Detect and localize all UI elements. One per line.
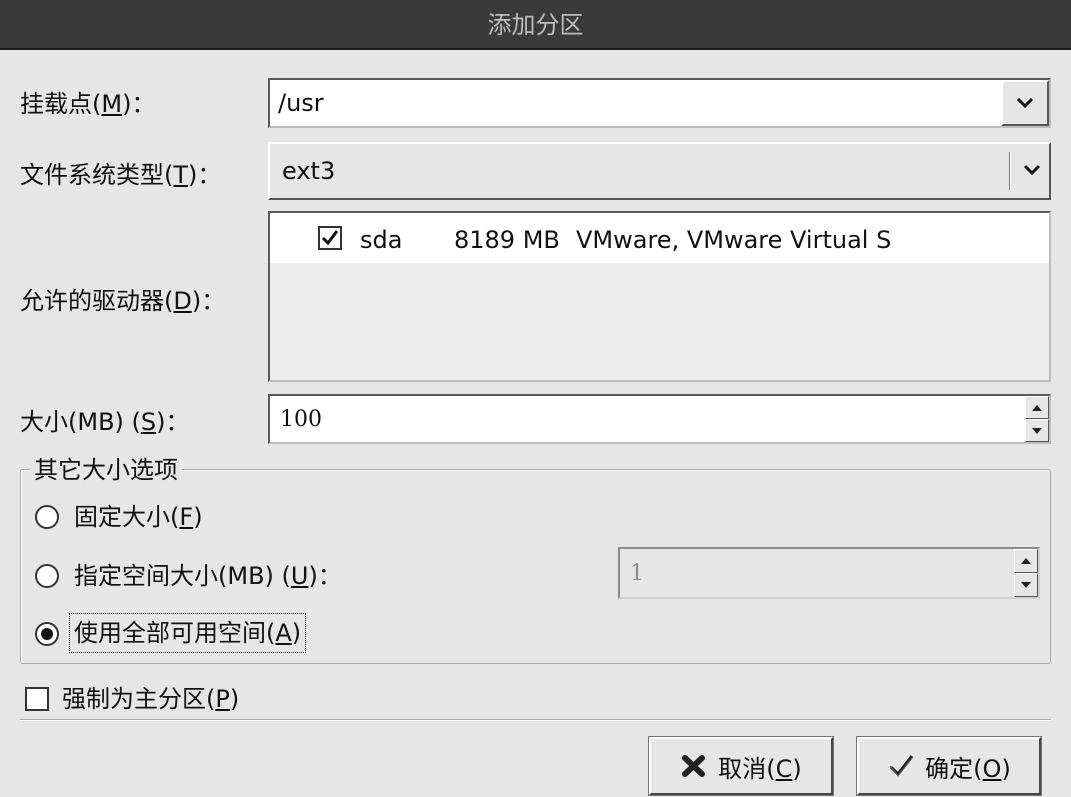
- fill-to-size-increment-button[interactable]: [1014, 549, 1038, 573]
- filesystem-type-value: ext3: [282, 157, 336, 185]
- chevron-down-icon: [1016, 97, 1034, 109]
- filesystem-type-select[interactable]: ext3: [268, 142, 1051, 200]
- mount-point-input[interactable]: /usr: [278, 88, 324, 118]
- ok-button[interactable]: 确定(O): [856, 736, 1042, 796]
- arrow-down-icon: [1021, 582, 1031, 588]
- arrow-up-icon: [1032, 404, 1042, 411]
- size-decrement-button[interactable]: [1025, 419, 1049, 442]
- chevron-down-icon: [1023, 164, 1041, 176]
- fixed-size-radio[interactable]: [35, 505, 59, 529]
- drive-row-sda[interactable]: sda 8189 MB VMware, VMware Virtual S: [270, 213, 1049, 263]
- arrow-down-icon: [1032, 427, 1042, 434]
- size-input[interactable]: 100: [280, 407, 322, 432]
- button-separator: [20, 719, 1051, 721]
- drive-model: VMware, VMware Virtual S: [576, 226, 892, 254]
- checkmark-icon: [321, 230, 339, 246]
- force-primary-checkbox[interactable]: [25, 687, 49, 711]
- dialog-title: 添加分区: [0, 0, 1071, 50]
- cancel-x-icon: [682, 755, 706, 777]
- mount-point-dropdown-button[interactable]: [1001, 80, 1049, 126]
- allowed-drives-label: 允许的驱动器(D)：: [20, 287, 226, 315]
- fill-all-space-radio[interactable]: [35, 622, 59, 646]
- fill-to-size-label[interactable]: 指定空间大小(MB) (U)：: [74, 561, 342, 591]
- drive-checkbox-sda[interactable]: [318, 226, 342, 250]
- cancel-button-label: 取消(C): [718, 754, 802, 783]
- mount-point-label: 挂载点(M)：: [20, 90, 156, 118]
- combo-separator: [1009, 152, 1011, 190]
- fill-to-size-input[interactable]: 1: [630, 561, 644, 586]
- fill-to-size-radio[interactable]: [35, 564, 59, 588]
- radio-selected-dot: [41, 628, 53, 640]
- fixed-size-label[interactable]: 固定大小(F): [74, 502, 203, 532]
- fill-all-space-label[interactable]: 使用全部可用空间(A): [69, 613, 307, 653]
- checkmark-icon: [889, 755, 914, 777]
- allowed-drives-list[interactable]: sda 8189 MB VMware, VMware Virtual S: [268, 211, 1051, 382]
- drive-size: 8189 MB: [454, 226, 560, 254]
- force-primary-label[interactable]: 强制为主分区(P): [62, 684, 239, 714]
- arrow-up-icon: [1021, 558, 1031, 564]
- size-increment-button[interactable]: [1025, 396, 1049, 419]
- cancel-button[interactable]: 取消(C): [648, 736, 834, 796]
- size-label: 大小(MB) (S)：: [20, 408, 190, 436]
- drive-name: sda: [360, 226, 403, 254]
- fill-to-size-decrement-button[interactable]: [1014, 573, 1038, 597]
- filesystem-type-label: 文件系统类型(T)：: [20, 161, 222, 189]
- fill-to-size-spinbox[interactable]: 1: [618, 547, 1040, 599]
- mount-point-combo[interactable]: /usr: [268, 78, 1051, 128]
- ok-button-label: 确定(O): [925, 754, 1011, 783]
- size-spinbox[interactable]: 100: [268, 394, 1051, 444]
- size-options-legend: 其它大小选项: [30, 455, 182, 485]
